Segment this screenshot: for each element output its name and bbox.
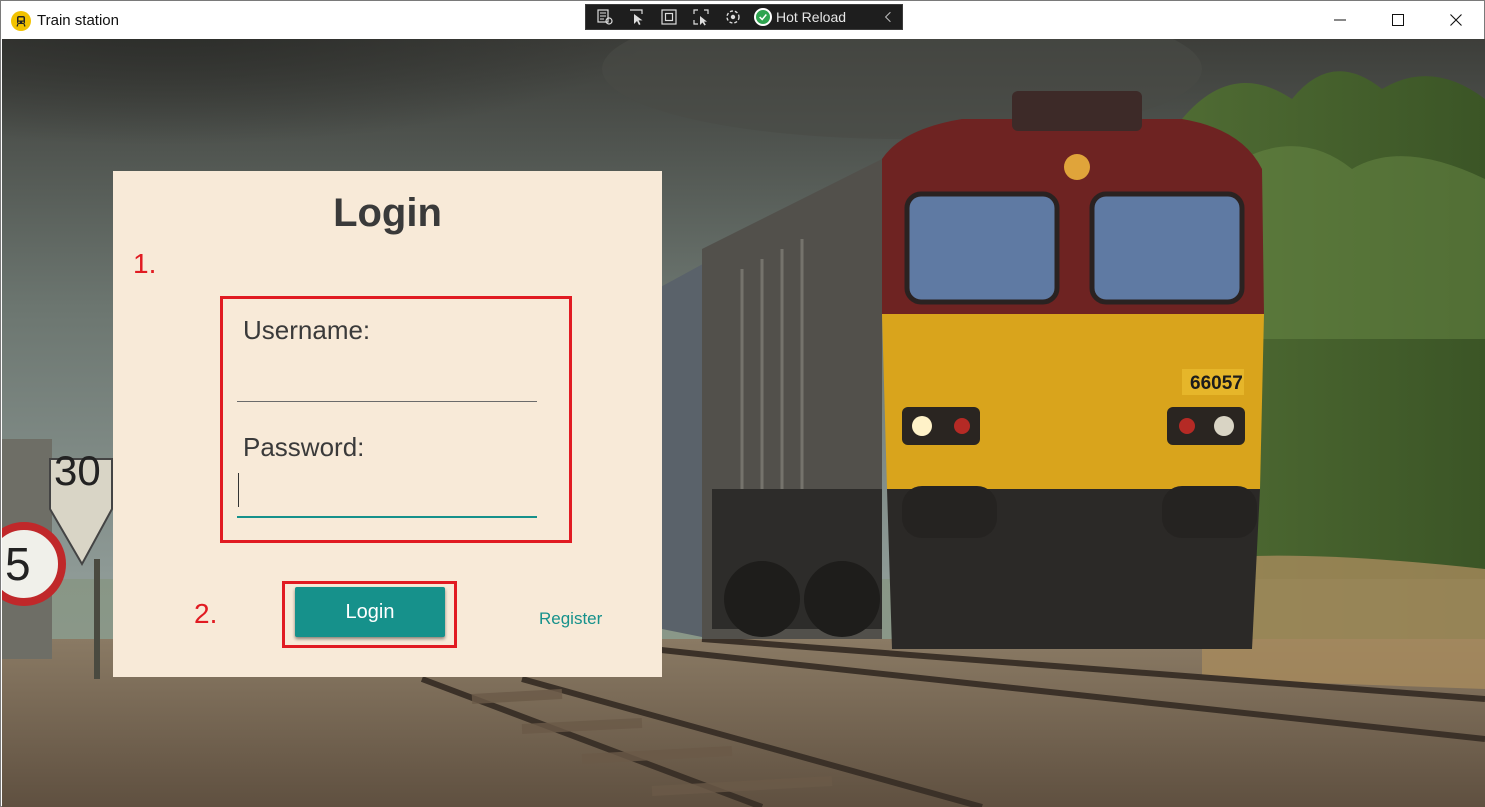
hot-reload-label: Hot Reload [776, 9, 847, 25]
binding-failures-icon [726, 10, 740, 24]
minimize-button[interactable] [1311, 1, 1369, 39]
check-circle-icon [754, 8, 772, 26]
annotation-step-2: 2. [194, 598, 218, 629]
annotation-box-login [282, 581, 457, 648]
register-link[interactable]: Register [539, 609, 602, 629]
xaml-debug-toolbar: Hot Reload [585, 4, 903, 30]
login-title: Login [333, 191, 442, 235]
annotation-step-1: 1. [133, 248, 157, 279]
pointer-select-button[interactable] [624, 5, 650, 29]
minimize-icon [1334, 19, 1346, 21]
speed-sign-text: 30 [54, 447, 101, 494]
select-element-button[interactable] [592, 5, 618, 29]
annotation-box-fields [220, 296, 572, 543]
app-window: Train station Hot Reload 30 5 66057 Logi… [0, 0, 1485, 807]
collapse-toolbar-button[interactable] [880, 8, 896, 26]
speed-sign-text-2: 5 [5, 538, 31, 590]
layout-adorner-button[interactable] [656, 5, 682, 29]
chevron-left-icon [884, 11, 891, 23]
pointer-select-icon [630, 9, 643, 25]
select-element-icon [597, 9, 613, 25]
locomotive-number: 66057 [1190, 373, 1243, 394]
layout-adorner-icon [661, 9, 677, 25]
binding-failures-button[interactable] [720, 5, 746, 29]
window-title: Train station [37, 12, 119, 29]
maximize-icon [1392, 14, 1404, 26]
hot-reload-status[interactable]: Hot Reload [754, 8, 846, 26]
track-focus-icon [693, 9, 709, 26]
maximize-button[interactable] [1369, 1, 1427, 39]
close-button[interactable] [1427, 1, 1485, 39]
close-icon [1450, 14, 1462, 26]
track-focus-button[interactable] [688, 5, 714, 29]
train-icon [11, 11, 31, 31]
